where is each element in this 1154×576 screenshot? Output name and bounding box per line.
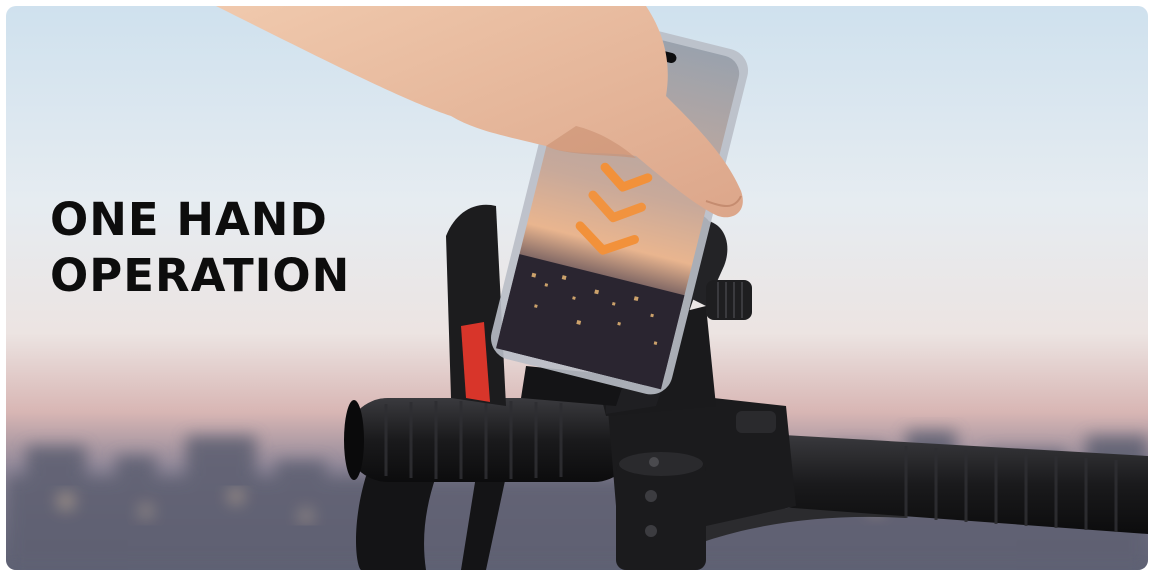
headline-line-1: ONE HAND [50, 193, 328, 246]
headline: ONE HAND OPERATION [50, 192, 350, 304]
headline-line-2: OPERATION [50, 249, 351, 302]
product-photo: ONE HAND OPERATION [6, 6, 1148, 570]
